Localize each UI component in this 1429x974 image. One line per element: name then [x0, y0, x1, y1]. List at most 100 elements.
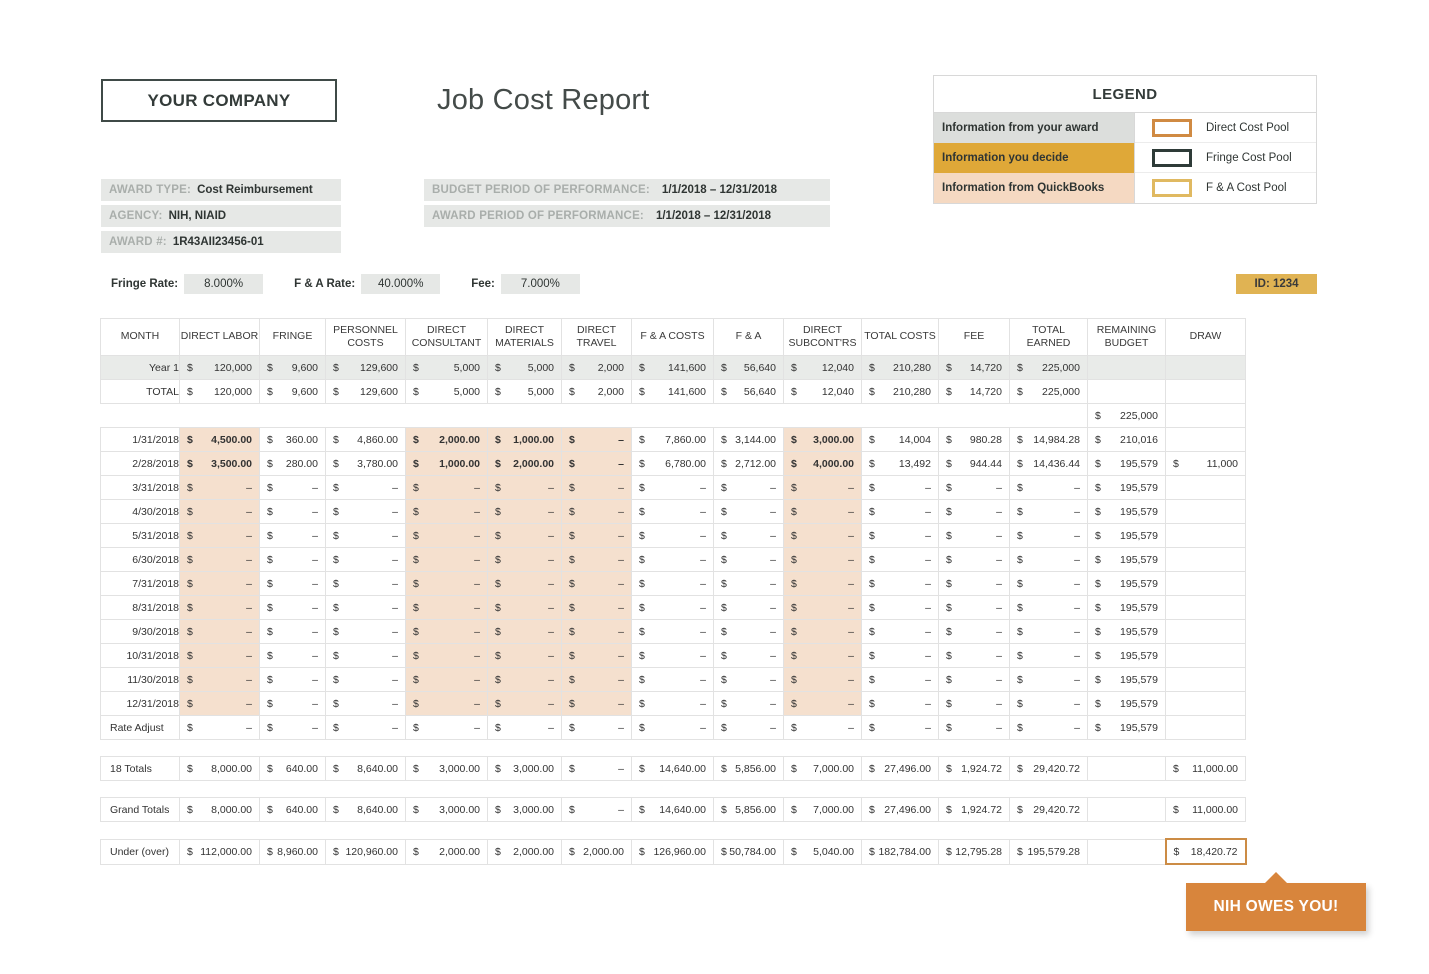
cell-draw	[1165, 475, 1246, 500]
cell-remaining-budget: $195,579	[1087, 619, 1166, 644]
cell-total-costs: $ –	[861, 643, 939, 668]
cell-personnel-costs: $ –	[325, 667, 406, 692]
month-row: 4/30/2018 $ – $ – $ – $ – $ – $ – $ – $ – $ – $ – $ – $ – $195,57…	[100, 499, 1246, 524]
cell-total-costs: $182,784.00	[861, 838, 939, 865]
cell-f-a: $ –	[713, 571, 784, 596]
cell-remaining-budget: $210,016	[1087, 427, 1166, 452]
cell-empty	[405, 403, 488, 428]
fringe-rate-value[interactable]: 8.000%	[184, 274, 264, 294]
rates-bar: Fringe Rate: 8.000% F & A Rate: 40.000% …	[111, 274, 580, 294]
cell-f-a-costs: $ –	[631, 691, 714, 716]
spacer-cell	[938, 739, 1010, 757]
cell-total-earned: $ –	[1009, 715, 1088, 740]
cell-f-a-costs: $14,640.00	[631, 797, 714, 822]
legend-pool-direct-label: Direct Cost Pool	[1206, 121, 1290, 134]
legend-sources: Information from your award Information …	[934, 113, 1135, 203]
cell-direct-travel: $2,000.00	[561, 838, 632, 865]
cell-total-earned: $195,579.28	[1009, 838, 1088, 865]
cell-total-earned: $225,000	[1009, 355, 1088, 380]
spacer-cell	[1165, 780, 1246, 798]
month-row: 12/31/2018 $ – $ – $ – $ – $ – $ – $ – $ – $ – $ – $ – $ – $195,5…	[100, 691, 1246, 716]
spacer-before-grand-totals	[100, 780, 1246, 798]
cell-total-costs: $27,496.00	[861, 797, 939, 822]
cell-total-costs: $ –	[861, 619, 939, 644]
cell-fringe: $ –	[259, 715, 326, 740]
spacer-cell	[325, 739, 406, 757]
cell-direct-materials: $2,000.00	[487, 451, 562, 476]
spacer-cell	[1087, 780, 1166, 798]
cell-remaining-budget: $195,579	[1087, 499, 1166, 524]
column-header-total-earned: TOTAL EARNED	[1009, 318, 1088, 356]
column-header-remaining-budget: REMAINING BUDGET	[1087, 318, 1166, 356]
cell-personnel-costs: $8,640.00	[325, 797, 406, 822]
cell-f-a-costs: $141,600	[631, 379, 714, 404]
cell-remaining-budget: $195,579	[1087, 715, 1166, 740]
cell-direct-consultant: $3,000.00	[405, 797, 488, 822]
cell-draw	[1165, 715, 1246, 740]
info-row-budget-period: BUDGET PERIOD OF PERFORMANCE: 1/1/2018 –…	[424, 179, 830, 201]
cell-total-earned: $14,436.44	[1009, 451, 1088, 476]
month-row: 8/31/2018 $ – $ – $ – $ – $ – $ – $ – $ – $ – $ – $ – $ – $195,57…	[100, 595, 1246, 620]
row-label: 9/30/2018	[100, 619, 180, 644]
cell-personnel-costs: $ –	[325, 643, 406, 668]
row-label: Under (over)	[100, 838, 180, 865]
spacer-cell	[487, 739, 562, 757]
cell-fee: $ –	[938, 691, 1010, 716]
cell-direct-travel: $ –	[561, 715, 632, 740]
cell-direct-subcont-rs: $12,040	[783, 355, 862, 380]
spacer-cell	[713, 821, 784, 839]
cell-f-a: $2,712.00	[713, 451, 784, 476]
cell-personnel-costs: $ –	[325, 475, 406, 500]
legend-source-award-label: Information from your award	[942, 122, 1099, 134]
cell-direct-materials: $5,000	[487, 355, 562, 380]
spacer-cell	[713, 780, 784, 798]
cell-empty	[259, 403, 326, 428]
cell-direct-materials: $ –	[487, 691, 562, 716]
cell-direct-materials: $ –	[487, 571, 562, 596]
summary-row-total: TOTAL $120,000 $9,600 $129,600 $5,000 $5,000 $…	[100, 379, 1246, 404]
cell-direct-travel: $ –	[561, 619, 632, 644]
spacer-cell	[561, 821, 632, 839]
cell-draw	[1165, 571, 1246, 596]
cell-fringe: $8,960.00	[259, 838, 326, 865]
cell-direct-labor: $ –	[179, 523, 260, 548]
spacer-cell	[487, 780, 562, 798]
spacer-cell	[861, 780, 939, 798]
cell-fee: $ –	[938, 523, 1010, 548]
cell-direct-materials: $5,000	[487, 379, 562, 404]
column-header-f-a: F & A	[713, 318, 784, 356]
cell-fee: $ –	[938, 619, 1010, 644]
cell-personnel-costs: $4,860.00	[325, 427, 406, 452]
row-label: 7/31/2018	[100, 571, 180, 596]
legend-source-decide-label: Information you decide	[942, 152, 1069, 164]
spacer-cell	[783, 780, 862, 798]
column-header-direct-subcont-rs: DIRECT SUBCONT'RS	[783, 318, 862, 356]
cell-remaining-budget: $195,579	[1087, 475, 1166, 500]
fee-rate-value[interactable]: 7.000%	[500, 274, 580, 294]
fa-rate-value[interactable]: 40.000%	[361, 274, 441, 294]
cell-direct-materials: $ –	[487, 667, 562, 692]
cell-direct-consultant: $ –	[405, 595, 488, 620]
cell-draw	[1165, 499, 1246, 524]
cell-remaining-budget: $195,579	[1087, 523, 1166, 548]
cell-direct-consultant: $ –	[405, 523, 488, 548]
cell-total-earned: $ –	[1009, 475, 1088, 500]
cell-direct-travel: $ –	[561, 797, 632, 822]
cell-direct-travel: $ –	[561, 643, 632, 668]
cell-personnel-costs: $ –	[325, 571, 406, 596]
cell-total-costs: $27,496.00	[861, 756, 939, 781]
cell-direct-subcont-rs: $ –	[783, 571, 862, 596]
spacer-cell	[100, 739, 180, 757]
cell-total-costs: $ –	[861, 715, 939, 740]
cell-direct-labor: $120,000	[179, 379, 260, 404]
cell-direct-subcont-rs: $ –	[783, 643, 862, 668]
month-row: 10/31/2018 $ – $ – $ – $ – $ – $ – $ – $ – $ – $ – $ – $ – $195,5…	[100, 643, 1246, 668]
cell-total-earned: $ –	[1009, 619, 1088, 644]
cell-direct-travel: $ –	[561, 523, 632, 548]
nih-owes-you-callout: NIH OWES YOU!	[1186, 872, 1366, 931]
company-name: YOUR COMPANY	[147, 90, 291, 110]
column-header-month: MONTH	[100, 318, 180, 356]
callout-pointer-icon	[1265, 872, 1287, 883]
cell-direct-travel: $ –	[561, 571, 632, 596]
legend-pool-direct: Direct Cost Pool	[1135, 113, 1316, 143]
